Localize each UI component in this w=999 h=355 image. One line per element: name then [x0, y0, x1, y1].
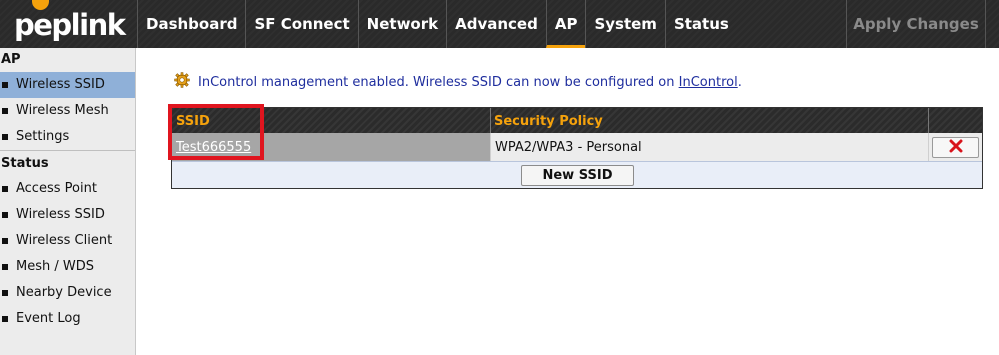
column-header-security-policy: Security Policy: [494, 114, 603, 129]
gear-icon: [174, 72, 190, 92]
sidebar: AP Wireless SSID Wireless Mesh Settings …: [0, 48, 136, 355]
bullet-icon: [2, 290, 8, 296]
notice-suffix: .: [737, 74, 742, 90]
logo-text: peplink: [14, 8, 126, 42]
sidebar-item-label: Settings: [16, 129, 70, 144]
column-divider: [928, 108, 929, 133]
bullet-icon: [2, 134, 8, 140]
notice-text: InControl management enabled. Wireless S…: [198, 74, 675, 90]
sidebar-item-nearby-device[interactable]: Nearby Device: [0, 280, 135, 306]
main-nav: Dashboard SF Connect Network Advanced AP…: [137, 0, 737, 48]
top-navigation-bar: peplink Dashboard SF Connect Network Adv…: [0, 0, 999, 48]
nav-network[interactable]: Network: [357, 0, 446, 48]
bullet-icon: [2, 316, 8, 322]
sidebar-item-label: Wireless Mesh: [16, 103, 109, 118]
sidebar-item-label: Wireless Client: [16, 233, 113, 248]
sidebar-section-status: Status: [0, 150, 135, 176]
sidebar-item-event-log[interactable]: Event Log: [0, 306, 135, 332]
new-ssid-button[interactable]: New SSID: [521, 165, 634, 186]
delete-cell: [928, 133, 982, 161]
table-row: Test666555 WPA2/WPA3 - Personal: [172, 133, 982, 161]
nav-advanced[interactable]: Advanced: [446, 0, 546, 48]
highlight-box: [168, 104, 264, 160]
table-header: SSID Security Policy: [172, 108, 982, 133]
sidebar-item-settings[interactable]: Settings: [0, 124, 135, 150]
sidebar-item-label: Event Log: [16, 311, 81, 326]
bullet-icon: [2, 264, 8, 270]
sidebar-item-label: Wireless SSID: [16, 207, 105, 222]
nav-sf-connect[interactable]: SF Connect: [245, 0, 357, 48]
security-policy-cell: WPA2/WPA3 - Personal: [490, 133, 928, 161]
bullet-icon: [2, 186, 8, 192]
sidebar-item-label: Wireless SSID: [16, 77, 105, 92]
ssid-table: SSID Security Policy Test666555 WPA2/WPA…: [171, 107, 983, 189]
sidebar-section-ap: AP: [1, 52, 21, 67]
new-ssid-row: New SSID: [172, 161, 982, 188]
bullet-icon: [2, 238, 8, 244]
sidebar-item-wireless-client[interactable]: Wireless Client: [0, 228, 135, 254]
sidebar-item-status-wireless-ssid[interactable]: Wireless SSID: [0, 202, 135, 228]
bullet-icon: [2, 82, 8, 88]
bullet-icon: [2, 212, 8, 218]
nav-system[interactable]: System: [585, 0, 664, 48]
sidebar-item-wireless-mesh[interactable]: Wireless Mesh: [0, 98, 135, 124]
incontrol-notice: InControl management enabled. Wireless S…: [174, 72, 742, 92]
nav-ap[interactable]: AP: [545, 0, 586, 48]
sidebar-item-wireless-ssid[interactable]: Wireless SSID: [0, 72, 135, 98]
apply-changes-button[interactable]: Apply Changes: [846, 0, 986, 48]
sidebar-item-access-point[interactable]: Access Point: [0, 176, 135, 202]
delete-ssid-button[interactable]: [932, 137, 979, 158]
sidebar-item-label: Mesh / WDS: [16, 259, 94, 274]
sidebar-item-mesh-wds[interactable]: Mesh / WDS: [0, 254, 135, 280]
close-icon: [949, 138, 963, 157]
sidebar-item-label: Nearby Device: [16, 285, 112, 300]
nav-status[interactable]: Status: [664, 0, 737, 48]
incontrol-link[interactable]: InControl: [679, 75, 738, 90]
nav-dashboard[interactable]: Dashboard: [137, 0, 245, 48]
bullet-icon: [2, 108, 8, 114]
sidebar-item-label: Access Point: [16, 181, 97, 196]
peplink-logo[interactable]: peplink: [0, 0, 138, 48]
